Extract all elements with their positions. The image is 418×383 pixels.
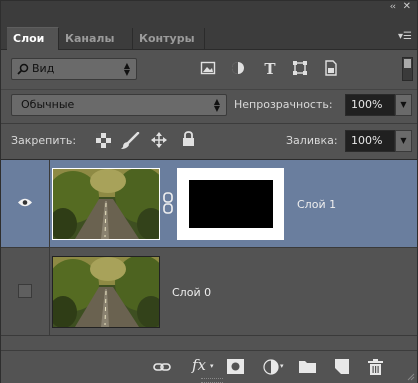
opacity-input[interactable]: 100% <box>345 94 395 116</box>
blend-row: Обычные ▲ ▼ Непрозрачность: 100% ▼ <box>1 89 417 124</box>
adjustment-layer-icon[interactable] <box>263 359 279 375</box>
tab-paths[interactable]: Контуры <box>133 28 205 49</box>
pixel-filter-icon[interactable] <box>200 60 216 76</box>
eye-icon[interactable] <box>17 197 33 208</box>
opacity-dropdown-button[interactable]: ▼ <box>395 94 412 116</box>
lock-row: Закрепить: Заливка: 100% ▼ <box>1 123 417 160</box>
fill-dropdown-button[interactable]: ▼ <box>395 130 412 152</box>
add-mask-icon[interactable] <box>227 359 244 375</box>
type-filter-icon[interactable]: T <box>262 60 278 76</box>
visibility-toggle[interactable] <box>1 248 50 335</box>
tab-bar: Слои Каналы Контуры ▾☰ <box>1 15 417 50</box>
layer-thumbnail[interactable] <box>52 168 160 240</box>
fx-dropdown-icon[interactable]: ▾ <box>210 362 214 378</box>
lock-label: Закрепить: <box>11 134 77 147</box>
layers-panel: ‹‹ ✕ Слои Каналы Контуры ▾☰ Вид ▲ ▼ T Об… <box>0 0 418 383</box>
lock-all-icon[interactable] <box>182 131 195 147</box>
collapse-panel-button[interactable]: ‹‹ <box>390 2 396 12</box>
layer-thumbnail[interactable] <box>52 256 160 328</box>
lock-transparent-icon[interactable] <box>96 133 111 148</box>
filter-kind-dropdown[interactable]: Вид ▲ ▼ <box>11 58 137 80</box>
close-panel-button[interactable]: ✕ <box>403 1 411 12</box>
visibility-off-box[interactable] <box>18 284 32 298</box>
layer-name[interactable]: Слой 0 <box>172 286 211 299</box>
bottom-toolbar: fx ▾ ▾ <box>1 350 417 383</box>
resize-corner-icon[interactable] <box>407 373 415 381</box>
filter-kind-label: Вид <box>32 62 55 75</box>
panel-title-bar: ‹‹ ✕ <box>1 1 417 15</box>
new-group-icon[interactable] <box>299 359 316 375</box>
smart-object-filter-icon[interactable] <box>323 60 339 76</box>
updown-arrows-icon: ▲ ▼ <box>213 97 220 113</box>
filter-toggle-switch[interactable] <box>402 57 413 81</box>
blend-mode-value: Обычные <box>21 98 75 111</box>
layer-mask-thumbnail[interactable] <box>177 168 284 240</box>
blend-mode-dropdown[interactable]: Обычные ▲ ▼ <box>11 94 227 116</box>
delete-icon[interactable] <box>368 359 383 375</box>
link-layers-icon[interactable] <box>153 359 171 375</box>
layer-name[interactable]: Слой 1 <box>297 198 336 211</box>
layers-list: Слой 1 Слой 0 <box>1 160 417 349</box>
layer-row-layer0[interactable]: Слой 0 <box>1 248 417 336</box>
tab-layers[interactable]: Слои <box>7 27 59 50</box>
lock-position-icon[interactable] <box>151 132 167 148</box>
mask-shape <box>189 180 273 228</box>
svg-text:T: T <box>264 60 276 76</box>
fx-icon[interactable]: fx <box>192 356 206 374</box>
fill-input[interactable]: 100% <box>345 130 395 152</box>
chain-link-icon[interactable] <box>162 192 174 214</box>
resize-grip[interactable] <box>201 378 223 383</box>
adjustment-filter-icon[interactable] <box>230 60 246 76</box>
opacity-label: Непрозрачность: <box>234 98 333 111</box>
lock-image-icon[interactable] <box>120 132 140 150</box>
search-icon <box>17 63 29 75</box>
updown-arrows-icon: ▲ ▼ <box>123 61 130 77</box>
shape-filter-icon[interactable] <box>292 60 308 76</box>
adjustment-dropdown-icon[interactable]: ▾ <box>280 362 284 378</box>
fill-label: Заливка: <box>286 134 338 147</box>
visibility-toggle[interactable] <box>1 160 50 247</box>
tab-channels[interactable]: Каналы <box>59 28 133 49</box>
layer-row-layer1[interactable]: Слой 1 <box>1 160 417 248</box>
new-layer-icon[interactable] <box>335 359 349 375</box>
panel-menu-icon[interactable]: ▾☰ <box>398 31 412 42</box>
